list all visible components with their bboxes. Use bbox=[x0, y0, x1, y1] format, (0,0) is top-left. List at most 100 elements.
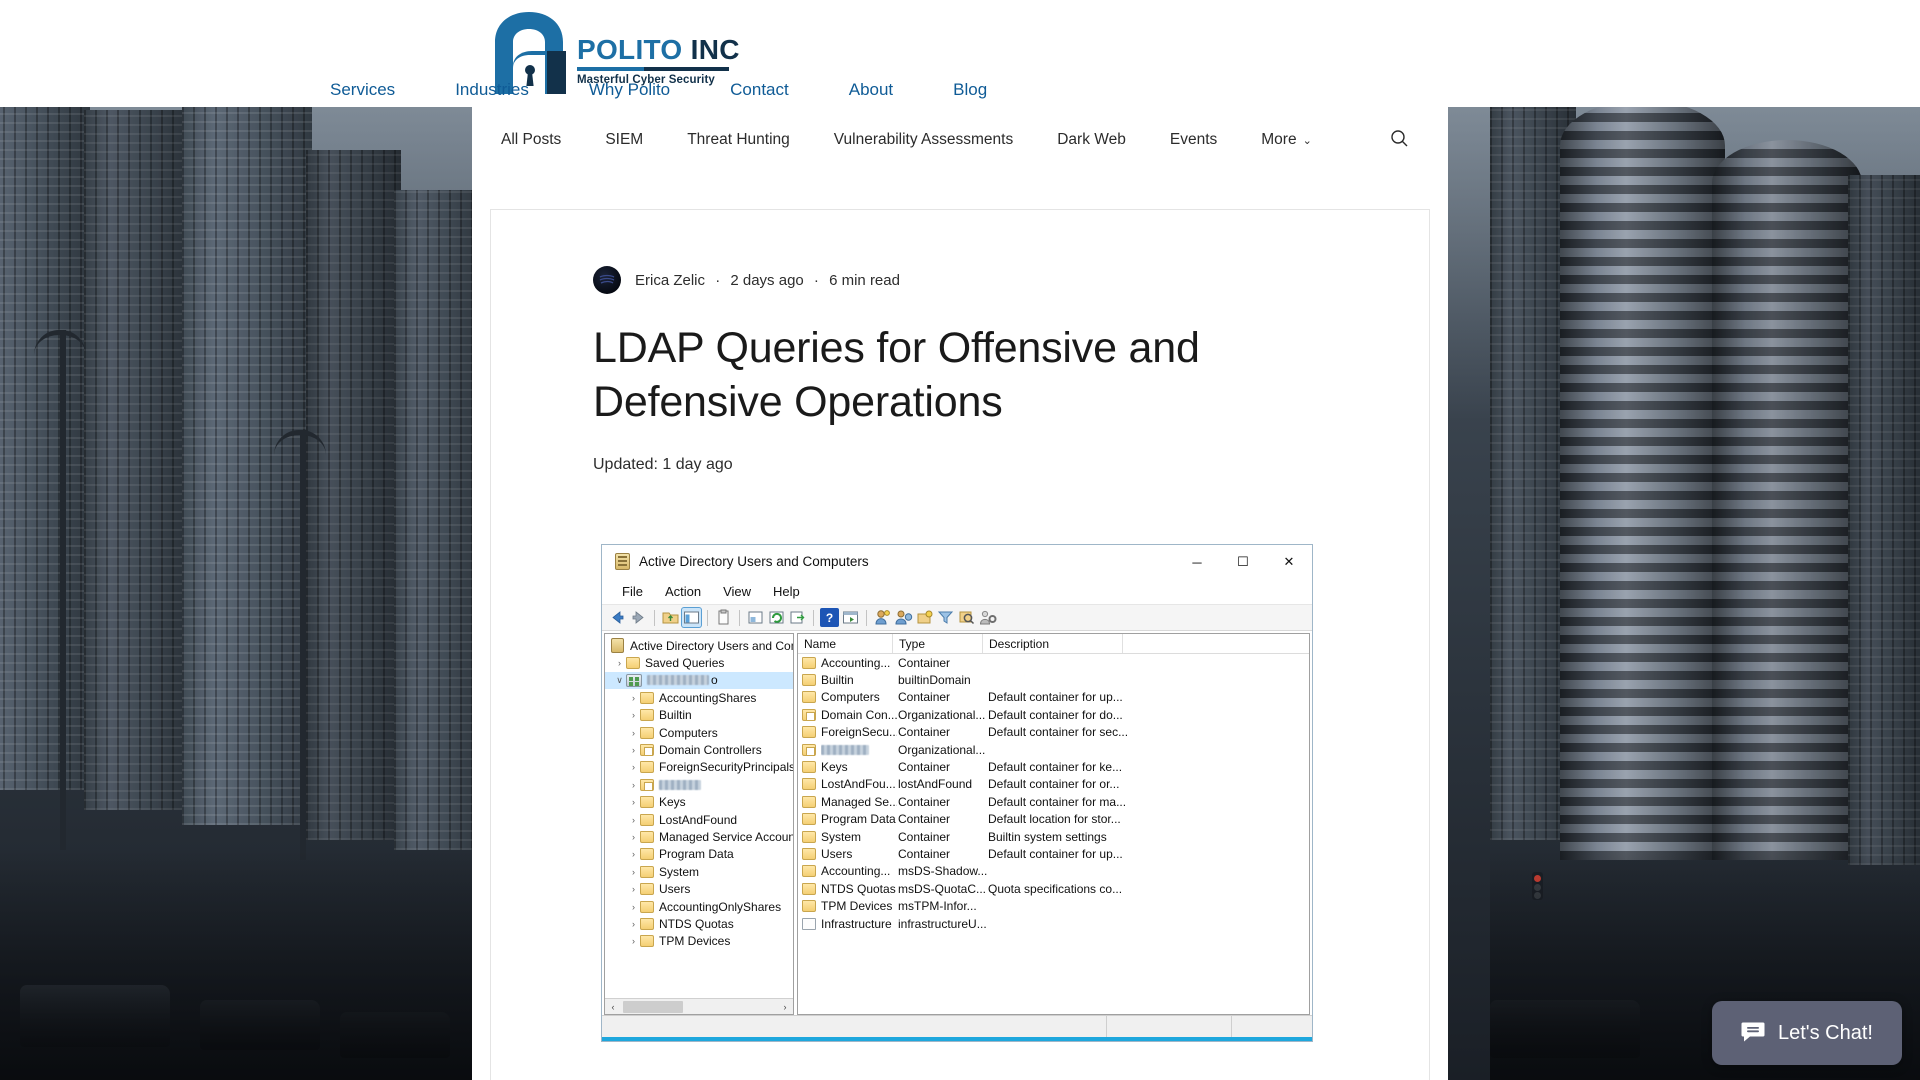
chevron-down-icon[interactable]: ∨ bbox=[613, 675, 626, 686]
up-folder-icon[interactable] bbox=[661, 608, 680, 627]
nav-item-contact[interactable]: Contact bbox=[700, 80, 819, 100]
refresh-icon[interactable] bbox=[767, 608, 786, 627]
blog-search-button[interactable] bbox=[1386, 127, 1412, 153]
table-row[interactable]: ForeignSecu... Container Default container… bbox=[798, 724, 1309, 741]
chevron-right-icon[interactable]: › bbox=[627, 797, 640, 807]
find-user-icon[interactable] bbox=[873, 608, 892, 627]
nav-item-about[interactable]: About bbox=[819, 80, 923, 100]
category-vulnerability-assessments[interactable]: Vulnerability Assessments bbox=[812, 131, 1035, 149]
chevron-right-icon[interactable]: › bbox=[613, 658, 626, 668]
tree-item-program-data[interactable]: › Program Data bbox=[605, 846, 793, 863]
chevron-right-icon[interactable]: › bbox=[627, 728, 640, 738]
table-row[interactable]: LostAndFou... lostAndFound Default contain… bbox=[798, 776, 1309, 793]
table-row[interactable]: NTDS Quotas msDS-QuotaC... Quota specifica… bbox=[798, 880, 1309, 897]
maximize-button[interactable]: ☐ bbox=[1220, 545, 1266, 579]
chevron-right-icon[interactable]: › bbox=[627, 902, 640, 912]
tree-item-ntds-quotas[interactable]: › NTDS Quotas bbox=[605, 915, 793, 932]
forward-arrow-icon[interactable] bbox=[629, 608, 648, 627]
chevron-right-icon[interactable]: › bbox=[627, 815, 640, 825]
scroll-left-arrow[interactable]: ‹ bbox=[605, 1002, 621, 1012]
column-header-empty[interactable] bbox=[1123, 634, 1309, 653]
table-row[interactable]: Managed Se... Container Default container … bbox=[798, 793, 1309, 810]
tree-item-redacted-ou[interactable]: › bbox=[605, 776, 793, 793]
table-row[interactable]: Infrastructure infrastructureU... bbox=[798, 915, 1309, 932]
table-row[interactable]: Domain Con... Organizational... Default co… bbox=[798, 706, 1309, 723]
tree-item-computers[interactable]: › Computers bbox=[605, 724, 793, 741]
category-events[interactable]: Events bbox=[1148, 131, 1239, 149]
tree-item-tpm-devices[interactable]: › TPM Devices bbox=[605, 933, 793, 950]
chevron-right-icon[interactable]: › bbox=[627, 849, 640, 859]
search-icon[interactable] bbox=[957, 608, 976, 627]
chevron-right-icon[interactable]: › bbox=[627, 780, 640, 790]
tree-item-root[interactable]: Active Directory Users and Com bbox=[605, 637, 793, 654]
help-icon[interactable]: ? bbox=[820, 608, 839, 627]
tree-item-builtin[interactable]: › Builtin bbox=[605, 707, 793, 724]
column-header-name[interactable]: Name bbox=[798, 634, 893, 653]
nav-item-why-polito[interactable]: Why Polito bbox=[559, 80, 700, 100]
chevron-right-icon[interactable]: › bbox=[627, 832, 640, 842]
tree-item-lostandfound[interactable]: › LostAndFound bbox=[605, 811, 793, 828]
show-hide-tree-icon[interactable] bbox=[682, 608, 701, 627]
nav-item-industries[interactable]: Industries bbox=[425, 80, 559, 100]
author-avatar[interactable] bbox=[593, 266, 621, 294]
chevron-right-icon[interactable]: › bbox=[627, 936, 640, 946]
nav-item-blog[interactable]: Blog bbox=[923, 80, 1017, 100]
column-header-type[interactable]: Type bbox=[893, 634, 983, 653]
chevron-right-icon[interactable]: › bbox=[627, 762, 640, 772]
tree-item-saved-queries[interactable]: › Saved Queries bbox=[605, 654, 793, 671]
window-icon[interactable] bbox=[841, 608, 860, 627]
nav-item-services[interactable]: Services bbox=[300, 80, 425, 100]
new-user-icon[interactable] bbox=[894, 608, 913, 627]
table-row[interactable]: Program Data Container Default location fo… bbox=[798, 811, 1309, 828]
tree-item-domain-controllers[interactable]: › Domain Controllers bbox=[605, 741, 793, 758]
category-threat-hunting[interactable]: Threat Hunting bbox=[665, 131, 812, 149]
menu-help[interactable]: Help bbox=[762, 584, 811, 599]
tree-item-users[interactable]: › Users bbox=[605, 880, 793, 897]
chevron-right-icon[interactable]: › bbox=[627, 884, 640, 894]
minimize-button[interactable]: ─ bbox=[1174, 545, 1220, 579]
tree-item-domain[interactable]: ∨ o bbox=[605, 671, 793, 690]
export-icon[interactable] bbox=[788, 608, 807, 627]
export-list-icon[interactable] bbox=[746, 608, 765, 627]
tree-item-foreignsecurityprincipals[interactable]: › ForeignSecurityPrincipals bbox=[605, 759, 793, 776]
menu-view[interactable]: View bbox=[712, 584, 762, 599]
table-row[interactable]: Accounting... msDS-Shadow... bbox=[798, 863, 1309, 880]
tree-item-accountingonlyshares[interactable]: › AccountingOnlyShares bbox=[605, 898, 793, 915]
list-pane[interactable]: Name Type Description Accounting... Conta… bbox=[797, 633, 1310, 1015]
table-row[interactable]: Builtin builtinDomain bbox=[798, 671, 1309, 688]
table-row[interactable]: Users Container Default container for up..… bbox=[798, 845, 1309, 862]
post-author-name[interactable]: Erica Zelic bbox=[635, 272, 705, 289]
menu-file[interactable]: File bbox=[611, 584, 654, 599]
table-row[interactable]: Accounting... Container bbox=[798, 654, 1309, 671]
tree-horizontal-scrollbar[interactable]: ‹ › bbox=[605, 998, 793, 1014]
chevron-right-icon[interactable]: › bbox=[627, 693, 640, 703]
tree-item-managed-service-accounts[interactable]: › Managed Service Accounts bbox=[605, 828, 793, 845]
scrollbar-thumb[interactable] bbox=[623, 1000, 683, 1013]
tree-item-accountingshares[interactable]: › AccountingShares bbox=[605, 689, 793, 706]
table-row[interactable]: Keys Container Default container for ke... bbox=[798, 758, 1309, 775]
menu-action[interactable]: Action bbox=[654, 584, 712, 599]
table-row[interactable]: Organizational... bbox=[798, 741, 1309, 758]
scroll-right-arrow[interactable]: › bbox=[777, 1002, 793, 1012]
back-arrow-icon[interactable] bbox=[608, 608, 627, 627]
chevron-right-icon[interactable]: › bbox=[627, 867, 640, 877]
properties-icon[interactable] bbox=[714, 608, 733, 627]
category-all-posts[interactable]: All Posts bbox=[487, 131, 583, 149]
table-row[interactable]: Computers Container Default container for … bbox=[798, 689, 1309, 706]
category-more-dropdown[interactable]: More ⌄ bbox=[1239, 131, 1334, 149]
category-dark-web[interactable]: Dark Web bbox=[1035, 131, 1148, 149]
tree-pane[interactable]: Active Directory Users and Com › Saved Q… bbox=[604, 633, 794, 1015]
table-row[interactable]: TPM Devices msTPM-Infor... bbox=[798, 897, 1309, 914]
chevron-right-icon[interactable]: › bbox=[627, 745, 640, 755]
column-header-description[interactable]: Description bbox=[983, 634, 1123, 653]
chevron-right-icon[interactable]: › bbox=[627, 710, 640, 720]
tree-item-keys[interactable]: › Keys bbox=[605, 794, 793, 811]
settings-icon[interactable] bbox=[978, 608, 997, 627]
table-row[interactable]: System Container Builtin system settings bbox=[798, 828, 1309, 845]
chevron-right-icon[interactable]: › bbox=[627, 919, 640, 929]
close-button[interactable]: ✕ bbox=[1266, 545, 1312, 579]
new-group-icon[interactable] bbox=[915, 608, 934, 627]
live-chat-button[interactable]: Let's Chat! bbox=[1712, 1001, 1902, 1065]
category-siem[interactable]: SIEM bbox=[583, 131, 665, 149]
filter-icon[interactable] bbox=[936, 608, 955, 627]
